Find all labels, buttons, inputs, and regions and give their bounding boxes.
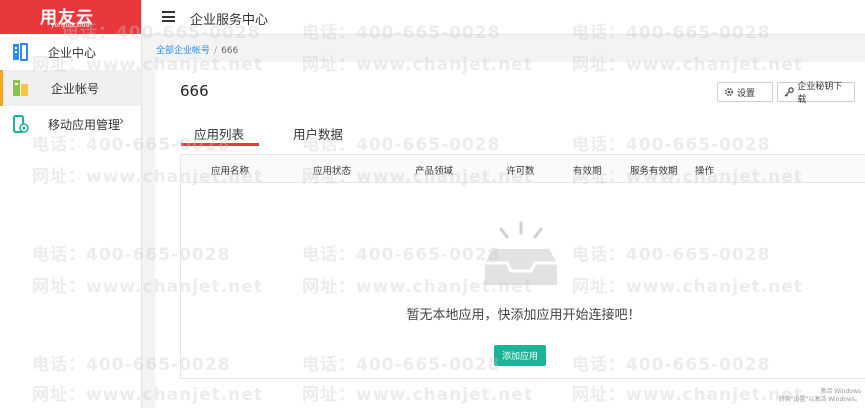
breadcrumb: 全部企业帐号 /666 (156, 43, 238, 56)
sidebar-item-label: 移动应用管理 (48, 117, 121, 132)
header-title: 企业服务中心 (190, 13, 269, 28)
breadcrumb-current: 666 (221, 46, 239, 56)
sidebar-item-label: 企业中心 (48, 45, 97, 60)
enterprise-center-icon (13, 43, 28, 61)
tab-app-list[interactable]: 应用列表 (194, 124, 244, 143)
windows-activation-line2: 转到"设置"以激活 Windows。 (778, 396, 861, 403)
gear-icon (724, 87, 734, 97)
table-header: 应用名称 应用状态 产品领域 许可数 有效期 服务有效期 操作 (181, 155, 865, 183)
sidebar-item-enterprise-account[interactable]: 企业帐号 (0, 70, 141, 106)
sidebar-item-mobile-app-management[interactable]: 移动应用管理 › (0, 106, 141, 142)
empty-inbox-icon (485, 221, 557, 285)
key-download-label: 企业秘钥下载 (797, 82, 843, 105)
sidebar-item-label: 企业帐号 (51, 81, 100, 96)
key-download-button[interactable]: 企业秘钥下载 (777, 82, 855, 105)
sidebar-item-enterprise-center[interactable]: 企业中心 (0, 34, 141, 70)
windows-activation-line1: 激活 Windows (820, 388, 861, 395)
empty-state-message: 暂无本地应用，快添加应用开始连接吧！ (406, 308, 641, 323)
page-title: 666 (180, 82, 209, 100)
top-bar: 企业服务中心 (142, 0, 865, 35)
column-header-app-status: 应用状态 (313, 166, 352, 177)
tab-user-data[interactable]: 用户数据 (293, 124, 343, 143)
logo[interactable]: 用友云 yonyoucloud (0, 0, 141, 34)
column-header-app-name: 应用名称 (211, 166, 250, 177)
key-icon (784, 87, 794, 97)
settings-label: 设置 (737, 88, 756, 99)
column-header-validity: 有效期 (573, 166, 602, 177)
column-header-actions: 操作 (695, 166, 715, 177)
breadcrumb-separator: / (214, 46, 218, 56)
menu-icon[interactable] (162, 11, 175, 22)
column-header-license-count: 许可数 (506, 166, 535, 177)
add-app-button[interactable]: 添加应用 (494, 345, 546, 366)
logo-subtext: yonyoucloud (51, 22, 90, 29)
main-panel: 666 设置 企业秘钥下载 应用列表 用户数据 应用名称 应用状态 产品领域 许… (155, 62, 865, 408)
chevron-right-icon: › (119, 114, 125, 129)
mobile-app-icon (13, 115, 29, 133)
enterprise-account-icon (13, 80, 28, 96)
column-header-service-validity: 服务有效期 (630, 166, 678, 177)
active-tab-indicator (181, 143, 259, 146)
breadcrumb-root-link[interactable]: 全部企业帐号 (156, 46, 210, 56)
settings-button[interactable]: 设置 (717, 82, 773, 102)
app-table: 应用名称 应用状态 产品领域 许可数 有效期 服务有效期 操作 暂无本地应用，快… (180, 154, 865, 379)
sidebar: 用友云 yonyoucloud 企业中心 企业帐号 移动应用管理 › (0, 0, 142, 408)
windows-activation-notice: 激活 Windows 转到"设置"以激活 Windows。 (779, 388, 861, 404)
column-header-product-domain: 产品领域 (415, 166, 454, 177)
